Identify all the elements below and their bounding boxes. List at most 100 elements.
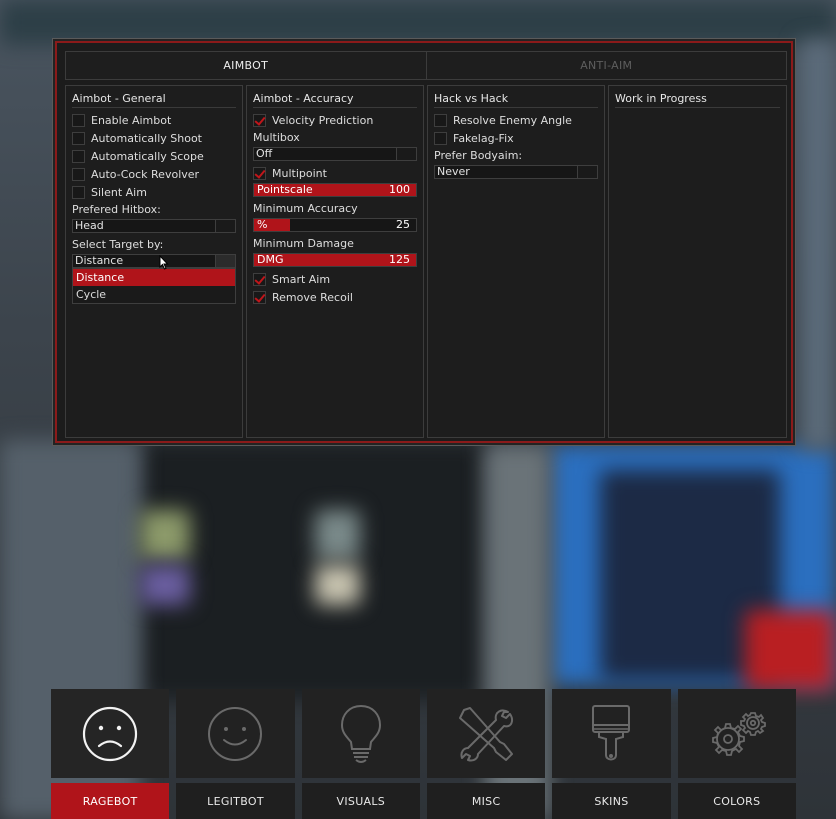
fakelag-fix-checkbox[interactable] [434, 131, 447, 145]
tab-aimbot[interactable]: AIMBOT [66, 52, 426, 79]
resolve-enemy-angle-checkbox[interactable] [434, 113, 447, 127]
checkbox-row-auto-scope[interactable]: Automatically Scope [72, 147, 236, 165]
dropdown-option-distance[interactable]: Distance [73, 269, 235, 286]
checkbox-row-enable-aimbot[interactable]: Enable Aimbot [72, 111, 236, 129]
panel-title: Hack vs Hack [434, 92, 598, 108]
slider-value: 125 [389, 253, 410, 266]
checkbox-row-smart-aim[interactable]: Smart Aim [253, 270, 417, 288]
checkbox-label: Velocity Prediction [272, 113, 374, 127]
slider-value: 25 [396, 218, 410, 231]
panel-hack-vs-hack: Hack vs Hack Resolve Enemy Angle Fakelag… [427, 85, 605, 438]
top-tab-bar: AIMBOT ANTI-AIM [65, 51, 787, 80]
nav-icon-box[interactable] [51, 689, 170, 778]
checkbox-label: Automatically Shoot [91, 131, 202, 145]
slider-label: DMG [257, 253, 284, 266]
min-damage-slider[interactable]: DMG 125 [253, 253, 417, 267]
cheat-menu-frame: AIMBOT ANTI-AIM Aimbot - General Enable … [55, 41, 793, 443]
velocity-prediction-checkbox[interactable] [253, 113, 266, 127]
gears-icon [711, 711, 766, 756]
nav-tile-ragebot[interactable]: RAGEBOT [51, 689, 170, 819]
multibox-dropdown[interactable]: Off [253, 147, 417, 161]
remove-recoil-checkbox[interactable] [253, 290, 266, 304]
checkbox-label: Resolve Enemy Angle [453, 113, 572, 127]
hitbox-dropdown[interactable]: Head [72, 219, 236, 233]
checkbox-row-multipoint[interactable]: Multipoint [253, 164, 417, 182]
checkbox-label: Automatically Scope [91, 149, 204, 163]
dropdown-option-cycle[interactable]: Cycle [73, 286, 235, 303]
multibox-value: Off [256, 147, 273, 160]
checkbox-row-fakelag-fix[interactable]: Fakelag-Fix [434, 129, 598, 147]
target-value: Distance [75, 254, 124, 267]
multipoint-checkbox[interactable] [253, 166, 266, 180]
panel-work-in-progress: Work in Progress [608, 85, 787, 438]
nav-tile-legitbot[interactable]: LEGITBOT [176, 689, 295, 819]
silent-aim-checkbox[interactable] [72, 185, 85, 199]
slider-label: Pointscale [257, 183, 313, 196]
cheat-menu-window: AIMBOT ANTI-AIM Aimbot - General Enable … [52, 38, 796, 446]
smiley-face-icon [208, 706, 263, 761]
checkbox-label: Smart Aim [272, 272, 331, 286]
nav-tile-visuals[interactable]: VISUALS [301, 689, 420, 819]
nav-label[interactable]: VISUALS [301, 783, 420, 819]
checkbox-label: Enable Aimbot [91, 113, 172, 127]
bottom-category-nav: RAGEBOT LEGITBOT VISUALS MISC SKINS COLO… [51, 689, 796, 819]
bodyaim-value: Never [437, 165, 470, 178]
nav-label[interactable]: MISC [426, 783, 546, 819]
nav-tile-misc[interactable]: MISC [426, 689, 546, 819]
auto-scope-checkbox[interactable] [72, 149, 85, 163]
nav-icon-box[interactable] [552, 689, 671, 778]
pointscale-slider[interactable]: Pointscale 100 [253, 183, 417, 197]
tools-icon [459, 706, 514, 761]
nav-tile-colors[interactable]: COLORS [677, 689, 796, 819]
panel-title: Aimbot - Accuracy [253, 92, 417, 108]
enable-aimbot-checkbox[interactable] [72, 113, 85, 127]
bodyaim-dropdown[interactable]: Never [434, 165, 598, 179]
checkbox-row-auto-shoot[interactable]: Automatically Shoot [72, 129, 236, 147]
checkbox-row-velocity-prediction[interactable]: Velocity Prediction [253, 111, 417, 129]
lightbulb-icon [340, 704, 381, 763]
slider-label: % [257, 218, 268, 231]
nav-icon-box[interactable] [301, 689, 420, 778]
target-dropdown-list: Distance Cycle [72, 268, 236, 304]
smart-aim-checkbox[interactable] [253, 272, 266, 286]
nav-label[interactable]: RAGEBOT [51, 783, 170, 819]
nav-icon-box[interactable] [176, 689, 295, 778]
checkbox-row-remove-recoil[interactable]: Remove Recoil [253, 288, 417, 306]
dropdown-button[interactable] [396, 148, 416, 160]
target-dropdown[interactable]: Distance [72, 254, 236, 268]
dropdown-button[interactable] [215, 255, 235, 267]
nav-label[interactable]: SKINS [552, 783, 671, 819]
bodyaim-label: Prefer Bodyaim: [434, 149, 523, 162]
checkbox-label: Fakelag-Fix [453, 131, 514, 145]
panel-aimbot-accuracy: Aimbot - Accuracy Velocity Prediction Mu… [246, 85, 424, 438]
hitbox-label: Prefered Hitbox: [72, 203, 161, 216]
min-accuracy-slider[interactable]: % 25 [253, 218, 417, 232]
nav-icon-box[interactable] [677, 689, 796, 778]
multibox-label: Multibox [253, 131, 300, 144]
checkbox-label: Multipoint [272, 166, 327, 180]
panel-title: Work in Progress [615, 92, 780, 108]
dropdown-button[interactable] [577, 166, 597, 178]
sad-face-icon [83, 706, 138, 761]
checkbox-row-resolve-enemy-angle[interactable]: Resolve Enemy Angle [434, 111, 598, 129]
auto-cock-revolver-checkbox[interactable] [72, 167, 85, 181]
hitbox-value: Head [75, 219, 104, 232]
checkbox-label: Silent Aim [91, 185, 147, 199]
panel-aimbot-general: Aimbot - General Enable Aimbot Automatic… [65, 85, 243, 438]
min-damage-label: Minimum Damage [253, 237, 354, 250]
slider-value: 100 [389, 183, 410, 196]
checkbox-label: Remove Recoil [272, 290, 353, 304]
checkbox-label: Auto-Cock Revolver [91, 167, 200, 181]
nav-label[interactable]: LEGITBOT [176, 783, 295, 819]
mouse-cursor-icon [159, 255, 169, 270]
dropdown-button[interactable] [215, 220, 235, 232]
tab-anti-aim[interactable]: ANTI-AIM [425, 52, 787, 79]
min-accuracy-label: Minimum Accuracy [253, 202, 358, 215]
nav-label[interactable]: COLORS [677, 783, 796, 819]
checkbox-row-silent-aim[interactable]: Silent Aim [72, 183, 236, 201]
paintbrush-icon [592, 704, 631, 760]
auto-shoot-checkbox[interactable] [72, 131, 85, 145]
nav-icon-box[interactable] [426, 689, 546, 778]
checkbox-row-auto-cock-revolver[interactable]: Auto-Cock Revolver [72, 165, 236, 183]
nav-tile-skins[interactable]: SKINS [552, 689, 671, 819]
